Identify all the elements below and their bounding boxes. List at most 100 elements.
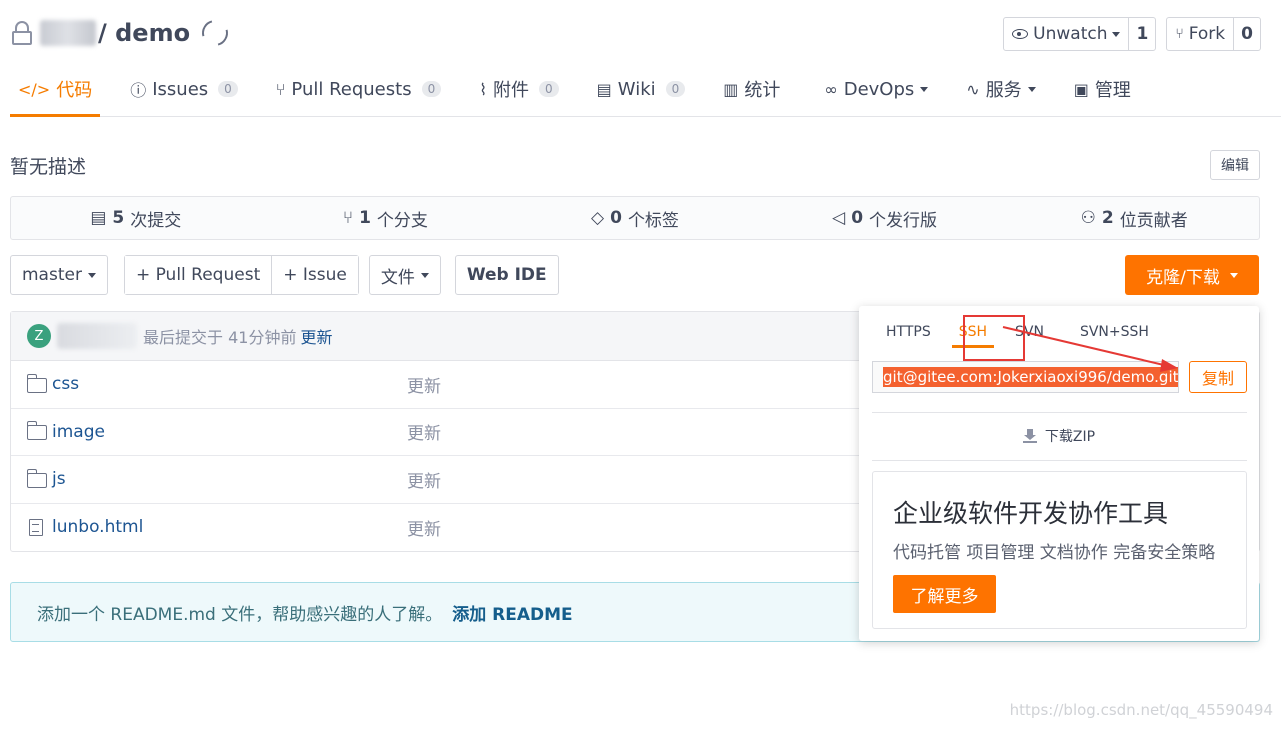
- file-commit-message[interactable]: 更新: [407, 515, 441, 540]
- file-commit-message[interactable]: 更新: [407, 372, 441, 397]
- add-readme-link[interactable]: 添加 README: [452, 600, 572, 625]
- stat-contributors[interactable]: ⚇ 2 位贡献者: [1009, 197, 1259, 239]
- tab-code[interactable]: </> 代码: [10, 62, 101, 117]
- tab-badge: 0: [539, 81, 559, 97]
- tab-services[interactable]: ∿ 服务: [958, 62, 1043, 116]
- tab-svn-ssh[interactable]: SVN+SSH: [1073, 318, 1156, 346]
- watch-count[interactable]: 1: [1128, 18, 1155, 50]
- repo-header: / demo: [10, 14, 233, 52]
- file-commit-message[interactable]: 更新: [407, 419, 441, 444]
- unwatch-button[interactable]: Unwatch 1: [1003, 17, 1157, 51]
- stat-label: 次提交: [130, 210, 182, 231]
- chevron-down-icon: [1112, 31, 1121, 37]
- tab-label: Pull Requests: [291, 78, 412, 100]
- owner-name-blurred[interactable]: [40, 20, 96, 46]
- chevron-down-icon: [1027, 86, 1036, 92]
- file-link[interactable]: image: [26, 421, 407, 442]
- tab-pull-requests[interactable]: ⑂ Pull Requests 0: [268, 62, 449, 116]
- stat-label: 位贡献者: [1119, 210, 1188, 231]
- branch-label: master: [22, 265, 82, 285]
- avatar[interactable]: Z: [27, 324, 51, 348]
- annotation-highlight-box: [963, 315, 1025, 361]
- chevron-down-icon: [1229, 272, 1238, 278]
- stat-number: 1: [359, 208, 371, 228]
- file-name: js: [52, 469, 66, 490]
- tab-devops[interactable]: ∞ DevOps: [816, 62, 936, 116]
- web-ide-button[interactable]: Web IDE: [454, 255, 559, 295]
- divider: [872, 412, 1247, 413]
- repo-actions: Unwatch 1 ⑂ Fork 0: [1003, 17, 1261, 51]
- promo-subtitle: 代码托管 项目管理 文档协作 完备安全策略: [893, 543, 1216, 563]
- repo-stats-bar: ▤ 5 次提交 ⑂ 1 个分支 ◇ 0 个标签 ◁ 0 个发行版 ⚇ 2 位贡献者: [10, 196, 1260, 240]
- new-issue-button[interactable]: + Issue: [271, 256, 358, 294]
- attachment-icon: ⌇: [479, 79, 488, 99]
- file-name: image: [52, 421, 105, 442]
- file-menu-button[interactable]: 文件: [368, 255, 441, 295]
- file-link[interactable]: css: [26, 373, 407, 395]
- file-icon: [29, 518, 43, 536]
- fork-count[interactable]: 0: [1233, 18, 1260, 50]
- stat-releases[interactable]: ◁ 0 个发行版: [760, 197, 1010, 239]
- stat-number: 0: [851, 208, 864, 228]
- repo-name[interactable]: / demo: [98, 19, 190, 47]
- learn-more-button[interactable]: 了解更多: [893, 575, 996, 613]
- tab-https[interactable]: HTTPS: [879, 318, 938, 346]
- tab-wiki[interactable]: ▤ Wiki 0: [589, 62, 694, 116]
- clone-dropdown: HTTPS SSH SVN SVN+SSH git@gitee.com:Joke…: [859, 306, 1259, 641]
- manage-icon: ▣: [1073, 79, 1089, 99]
- committer-name-blurred[interactable]: [57, 323, 137, 349]
- repo-toolbar: master + Pull Request + Issue 文件 Web IDE: [10, 255, 559, 295]
- file-commit-message[interactable]: 更新: [407, 467, 441, 492]
- commit-message-link[interactable]: 更新: [300, 324, 332, 348]
- tab-label: Wiki: [617, 78, 656, 100]
- lock-icon: [10, 19, 34, 47]
- promo-card: 企业级软件开发协作工具 代码托管 项目管理 文档协作 完备安全策略 了解更多: [872, 471, 1247, 629]
- branch-icon: ⑂: [342, 208, 354, 228]
- file-link[interactable]: js: [26, 468, 407, 490]
- contributors-icon: ⚇: [1080, 208, 1096, 228]
- pulse-icon: ∿: [966, 79, 980, 99]
- stat-number: 5: [112, 208, 125, 228]
- create-group: + Pull Request + Issue: [123, 255, 359, 295]
- edit-description-button[interactable]: 编辑: [1210, 150, 1260, 180]
- tab-label: 管理: [1094, 80, 1131, 101]
- download-zip-link[interactable]: 下载ZIP: [859, 426, 1259, 446]
- repo-description: 暂无描述: [10, 156, 87, 178]
- download-zip-label: 下载ZIP: [1044, 429, 1096, 445]
- commit-time: 最后提交于 41分钟前: [143, 328, 297, 347]
- new-pull-request-button[interactable]: + Pull Request: [124, 256, 272, 294]
- file-name: css: [52, 374, 80, 395]
- stat-tags[interactable]: ◇ 0 个标签: [510, 197, 760, 239]
- stat-number: 0: [610, 208, 622, 228]
- divider: [872, 460, 1247, 461]
- chevron-down-icon: [920, 86, 929, 92]
- copy-button[interactable]: 复制: [1189, 361, 1247, 393]
- clone-url-input[interactable]: git@gitee.com:Jokerxiaoxi996/demo.git: [872, 361, 1179, 393]
- tab-label: 附件: [493, 80, 530, 101]
- clone-download-button[interactable]: 克隆/下载: [1125, 255, 1259, 295]
- clone-url-text: git@gitee.com:Jokerxiaoxi996/demo.git: [883, 367, 1179, 387]
- file-link[interactable]: lunbo.html: [27, 517, 407, 537]
- infinity-icon: ∞: [824, 79, 838, 99]
- branch-select[interactable]: master: [10, 255, 108, 295]
- tab-label: Issues: [152, 78, 209, 100]
- folder-icon: [26, 373, 47, 393]
- tab-issues[interactable]: ⓘ Issues 0: [122, 62, 246, 116]
- commit-icon: ▤: [90, 208, 107, 228]
- tag-icon: ◇: [591, 208, 605, 228]
- download-icon: [1022, 429, 1037, 443]
- tab-badge: 0: [421, 81, 442, 97]
- clone-protocol-tabs: HTTPS SSH SVN SVN+SSH: [879, 315, 1170, 361]
- fork-button[interactable]: ⑂ Fork 0: [1166, 17, 1261, 51]
- tab-stats[interactable]: ▥ 统计: [715, 62, 788, 116]
- stat-commits[interactable]: ▤ 5 次提交: [11, 197, 261, 239]
- repo-tabs: </> 代码 ⓘ Issues 0 ⑂ Pull Requests 0 ⌇ 附件 0 ▤ Wik…: [10, 62, 1281, 117]
- tab-manage[interactable]: ▣ 管理: [1066, 62, 1139, 116]
- stat-number: 2: [1101, 208, 1114, 228]
- sync-icon[interactable]: [197, 15, 233, 51]
- tab-attachments[interactable]: ⌇ 附件 0: [471, 62, 566, 116]
- folder-icon: [26, 421, 47, 441]
- clone-label: 克隆/下载: [1146, 267, 1220, 288]
- stat-branches[interactable]: ⑂ 1 个分支: [261, 197, 511, 239]
- stat-label: 个分支: [376, 210, 428, 231]
